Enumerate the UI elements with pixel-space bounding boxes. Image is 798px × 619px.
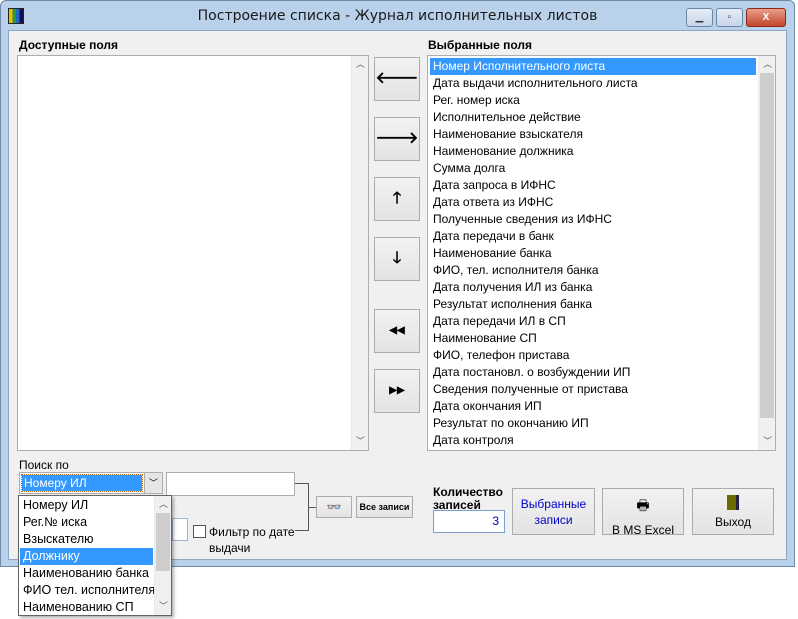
list-item[interactable]: Сумма долга bbox=[430, 160, 756, 177]
record-count-label: Количество записей bbox=[433, 485, 503, 512]
dropdown-option[interactable]: Номеру ИЛ bbox=[20, 497, 153, 514]
date-filter-checkbox[interactable] bbox=[193, 525, 206, 538]
list-item[interactable]: Дата ответа из ИФНС bbox=[430, 194, 756, 211]
search-field-combo[interactable]: Номеру ИЛ ﹀ bbox=[19, 472, 163, 494]
date-filter-label: Фильтр по дате выдачи bbox=[209, 525, 295, 555]
search-label: Поиск по bbox=[19, 458, 69, 472]
list-item[interactable]: Дата получения ИЛ из банка bbox=[430, 279, 756, 296]
all-records-button[interactable]: Все записи bbox=[356, 496, 413, 518]
list-item[interactable]: Наименование взыскателя bbox=[430, 126, 756, 143]
scroll-down-icon[interactable]: ﹀ bbox=[759, 433, 776, 450]
exit-button-label: Выход bbox=[715, 515, 751, 529]
list-item[interactable]: Результат исполнения банка bbox=[430, 296, 756, 313]
move-down-button[interactable]: 🡓 bbox=[374, 237, 420, 281]
maximize-button[interactable]: ▫ bbox=[716, 8, 743, 27]
scrollbar[interactable]: ︿ ﹀ bbox=[154, 496, 171, 615]
list-item[interactable]: Дата запроса в ИФНС bbox=[430, 177, 756, 194]
combo-value: Номеру ИЛ bbox=[21, 474, 143, 492]
chevron-down-icon[interactable]: ﹀ bbox=[144, 473, 162, 493]
dropdown-option[interactable]: ФИО тел. исполнителя bbox=[20, 582, 155, 599]
scroll-up-icon[interactable]: ︿ bbox=[352, 56, 369, 73]
list-item[interactable]: Номер Исполнительного листа bbox=[430, 58, 756, 75]
excel-button-label: В MS Excel bbox=[611, 523, 674, 537]
scroll-thumb[interactable] bbox=[156, 513, 170, 571]
list-item[interactable]: Дата окончания ИП bbox=[430, 398, 756, 415]
list-item[interactable]: Дата постановл. о возбуждении ИП bbox=[430, 364, 756, 381]
scrollbar[interactable]: ︿ ﹀ bbox=[758, 56, 775, 450]
list-item[interactable]: Полученные сведения из ИФНС bbox=[430, 211, 756, 228]
add-field-button[interactable]: 🡒 bbox=[374, 117, 420, 161]
available-fields-list[interactable]: ︿ ﹀ bbox=[17, 55, 369, 451]
dropdown-option[interactable]: Рег.№ иска bbox=[20, 514, 153, 531]
search-field-dropdown[interactable]: Номеру ИЛ Рег.№ иска Взыскателю Должнику Наи… bbox=[18, 495, 172, 616]
list-item[interactable]: Рег. номер иска bbox=[430, 92, 756, 109]
list-item[interactable]: Дата передачи в банк bbox=[430, 228, 756, 245]
list-item[interactable]: Наименование должника bbox=[430, 143, 756, 160]
list-item[interactable]: ФИО, телефон пристава bbox=[430, 347, 756, 364]
list-item[interactable]: Наименование СП bbox=[430, 330, 756, 347]
list-item[interactable]: Наименование банка bbox=[430, 245, 756, 262]
date-input[interactable] bbox=[172, 518, 188, 541]
selected-fields-list[interactable]: Номер Исполнительного листа Дата выдачи и… bbox=[427, 55, 776, 451]
list-item[interactable]: ФИО, тел. исполнителя банка bbox=[430, 262, 756, 279]
printer-icon: 🖶 bbox=[636, 497, 650, 513]
add-all-button[interactable]: ▶▶ bbox=[374, 369, 420, 413]
list-item[interactable]: Дата выдачи исполнительного листа bbox=[430, 75, 756, 92]
scroll-up-icon[interactable]: ︿ bbox=[155, 496, 172, 513]
selected-records-button[interactable]: Выбранные записи bbox=[512, 488, 595, 535]
binoculars-find-button[interactable]: 👓 bbox=[316, 496, 352, 518]
scroll-up-icon[interactable]: ︿ bbox=[759, 56, 776, 73]
exit-door-icon bbox=[727, 495, 739, 510]
record-count-field: 3 bbox=[433, 510, 505, 533]
list-item[interactable]: Сведения полученные от пристава bbox=[430, 381, 756, 398]
dropdown-option[interactable]: Взыскателю bbox=[20, 531, 153, 548]
search-input[interactable] bbox=[166, 472, 295, 496]
dropdown-option[interactable]: Наименованию банка bbox=[20, 565, 153, 582]
list-item[interactable]: Дата контроля bbox=[430, 432, 756, 449]
remove-all-button[interactable]: ◀◀ bbox=[374, 309, 420, 353]
available-fields-label: Доступные поля bbox=[19, 38, 119, 52]
list-item[interactable]: Результат по окончанию ИП bbox=[430, 415, 756, 432]
dropdown-option[interactable]: Должнику bbox=[20, 548, 153, 565]
scroll-down-icon[interactable]: ﹀ bbox=[155, 598, 172, 615]
scrollbar[interactable]: ︿ ﹀ bbox=[351, 56, 368, 450]
dropdown-option[interactable]: Наименованию СП bbox=[20, 599, 153, 616]
window-title: Построение списка - Журнал исполнительны… bbox=[197, 8, 598, 24]
minimize-button[interactable]: ▁ bbox=[686, 8, 713, 27]
scroll-down-icon[interactable]: ﹀ bbox=[352, 433, 369, 450]
exit-button[interactable]: Выход bbox=[692, 488, 774, 535]
list-item[interactable]: Исполнительное действие bbox=[430, 109, 756, 126]
excel-export-button[interactable]: 🖶 В MS Excel bbox=[602, 488, 684, 537]
selected-fields-label: Выбранные поля bbox=[428, 38, 532, 52]
close-button[interactable]: X bbox=[746, 8, 786, 27]
list-item[interactable]: Дата передачи ИЛ в СП bbox=[430, 313, 756, 330]
scroll-thumb[interactable] bbox=[760, 73, 774, 418]
move-up-button[interactable]: 🡑 bbox=[374, 177, 420, 221]
bracket-line bbox=[309, 507, 316, 508]
remove-field-button[interactable]: 🡐 bbox=[374, 57, 420, 101]
